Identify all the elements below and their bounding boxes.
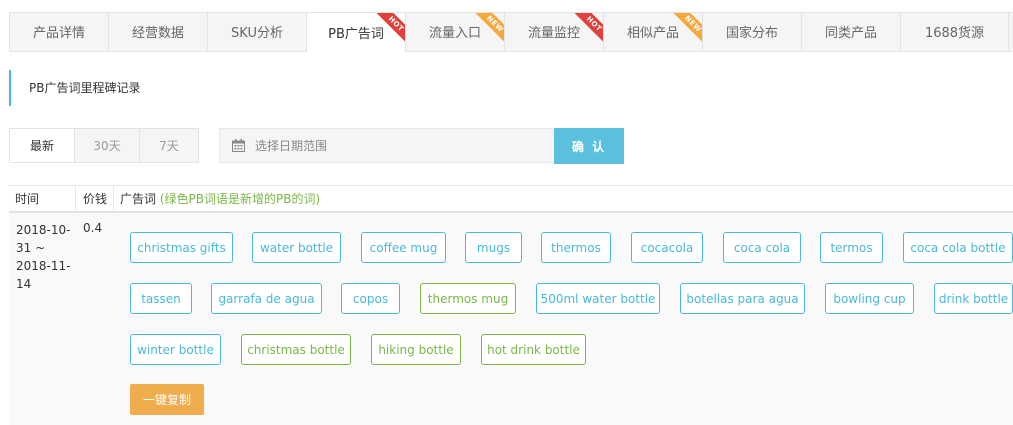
keyword-chip[interactable]: water bottle bbox=[252, 232, 341, 263]
tab-country-distribution[interactable]: 国家分布 bbox=[702, 12, 801, 50]
keyword-chip[interactable]: drink bottle bbox=[934, 283, 1013, 314]
date-range-input[interactable]: 选择日期范围 bbox=[219, 128, 555, 163]
tab-label: 同类产品 bbox=[824, 26, 877, 41]
tab-label: 流量监控 bbox=[527, 26, 580, 41]
tab-label: 国家分布 bbox=[725, 26, 778, 41]
tab-label: 产品详情 bbox=[32, 26, 85, 41]
header-time: 时间 bbox=[15, 192, 40, 206]
section-title: PB广告词里程碑记录 bbox=[9, 70, 529, 106]
keyword-chip[interactable]: thermos bbox=[541, 232, 611, 263]
tab-traffic-entry[interactable]: 流量入口 NEW bbox=[405, 12, 504, 50]
keyword-chip[interactable]: coca cola bbox=[723, 232, 801, 263]
keyword-chip[interactable]: tassen bbox=[130, 283, 192, 314]
tab-operation-data[interactable]: 经营数据 bbox=[108, 12, 207, 50]
table-header: 时间 价钱 广告词 (绿色PB词语是新增的PB的词) bbox=[9, 185, 1013, 213]
tab-label: 流量入口 bbox=[428, 26, 481, 41]
keyword-chip[interactable]: garrafa de agua bbox=[211, 283, 322, 314]
keyword-chip[interactable]: coffee mug bbox=[361, 232, 446, 263]
header-keywords-note: (绿色PB词语是新增的PB的词) bbox=[159, 192, 321, 206]
confirm-button[interactable]: 确 认 bbox=[554, 128, 624, 164]
keyword-chip-new[interactable]: thermos mug bbox=[420, 283, 516, 314]
keyword-chip[interactable]: christmas gifts bbox=[130, 232, 233, 263]
tab-product-detail[interactable]: 产品详情 bbox=[9, 12, 108, 50]
keyword-chip-new[interactable]: christmas bottle bbox=[241, 334, 351, 365]
tab-label: 经营数据 bbox=[131, 26, 184, 41]
tab-label: PB广告词 bbox=[328, 27, 384, 42]
keyword-chip-new[interactable]: hiking bottle bbox=[371, 334, 461, 365]
tab-bar: 产品详情 经营数据 SKU分析 PB广告词 HOT 流量入口 NEW 流量监控 HOT… bbox=[9, 12, 1013, 52]
tab-1688-source[interactable]: 1688货源 bbox=[900, 12, 1009, 50]
keyword-chip[interactable]: winter bottle bbox=[130, 334, 221, 365]
tab-same-category[interactable]: 同类产品 bbox=[801, 12, 900, 50]
filter-latest-button[interactable]: 最新 bbox=[9, 128, 75, 163]
date-filter-group: 最新 30天 7天 bbox=[9, 128, 199, 163]
copy-all-button[interactable]: 一键复制 bbox=[130, 384, 204, 415]
filter-7days-button[interactable]: 7天 bbox=[139, 128, 199, 163]
keyword-chip[interactable]: cocacola bbox=[631, 232, 703, 263]
tab-similar-products[interactable]: 相似产品 NEW bbox=[603, 12, 702, 50]
keyword-chip[interactable]: botellas para agua bbox=[680, 283, 805, 314]
keyword-chip[interactable]: termos bbox=[820, 232, 883, 263]
row-time: 2018-10-31 ~ 2018-11-14 bbox=[16, 223, 71, 291]
tab-label: 1688货源 bbox=[924, 26, 985, 41]
date-range-placeholder: 选择日期范围 bbox=[255, 139, 328, 153]
keyword-chip[interactable]: bowling cup bbox=[825, 283, 914, 314]
tab-traffic-monitor[interactable]: 流量监控 HOT bbox=[504, 12, 603, 50]
tab-label: 相似产品 bbox=[626, 26, 679, 41]
tab-sku-analysis[interactable]: SKU分析 bbox=[207, 12, 306, 50]
keyword-chip[interactable]: copos bbox=[341, 283, 400, 314]
keyword-chip[interactable]: coca cola bottle bbox=[903, 232, 1013, 263]
keyword-chip[interactable]: mugs bbox=[465, 232, 522, 263]
tab-label: SKU分析 bbox=[231, 26, 283, 41]
row-price: 0.4 bbox=[83, 221, 103, 235]
header-keywords: 广告词 (绿色PB词语是新增的PB的词) bbox=[114, 186, 714, 212]
header-keywords-label: 广告词 bbox=[120, 192, 157, 206]
header-price: 价钱 bbox=[83, 192, 108, 206]
filter-30days-button[interactable]: 30天 bbox=[74, 128, 140, 163]
tab-pb-keywords[interactable]: PB广告词 HOT bbox=[306, 12, 405, 52]
calendar-icon bbox=[232, 139, 245, 152]
keyword-chip-new[interactable]: hot drink bottle bbox=[481, 334, 586, 365]
keyword-chip[interactable]: 500ml water bottle bbox=[536, 283, 660, 314]
